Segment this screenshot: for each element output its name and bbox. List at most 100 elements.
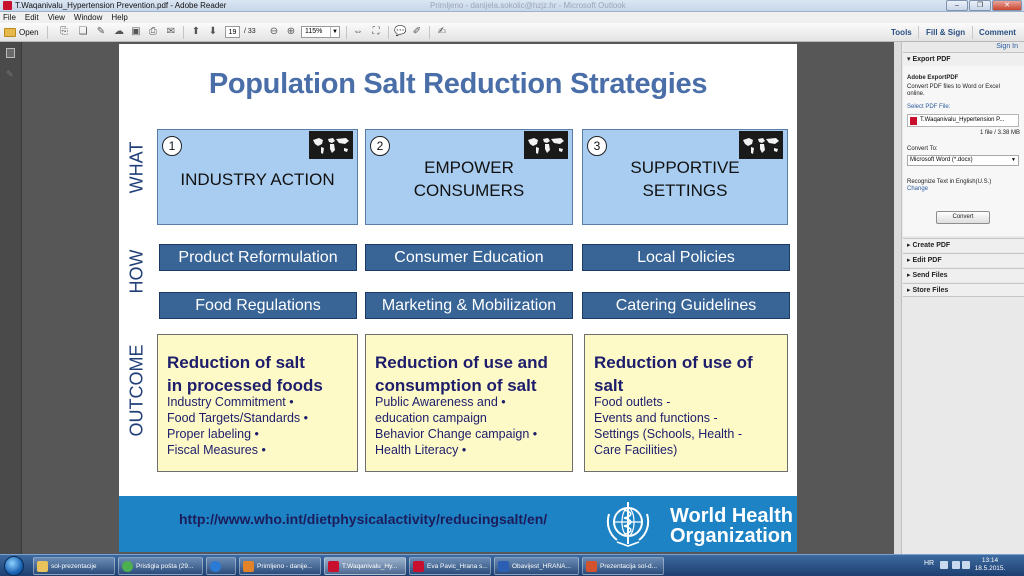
previous-page-icon[interactable]: ⬆ — [190, 26, 202, 38]
zoom-out-icon[interactable]: ⊖ — [268, 26, 280, 38]
zoom-select[interactable]: 115% ▼ — [301, 26, 340, 38]
outcome-item: Industry Commitment • — [167, 395, 294, 409]
store-files-section[interactable]: ▸ Store Files — [903, 283, 1024, 297]
file-info: 1 file / 3.38 MB — [979, 130, 1020, 136]
pane-collapse-bar[interactable] — [894, 42, 902, 554]
volume-icon[interactable] — [962, 561, 970, 569]
task-label: Pristigla pošta (29... — [136, 562, 194, 570]
open-button[interactable]: Open — [4, 26, 39, 39]
zoom-in-icon[interactable]: ⊕ — [285, 26, 297, 38]
menu-edit[interactable]: Edit — [25, 12, 39, 23]
minimize-button[interactable]: – — [946, 0, 968, 11]
signature-pen-icon[interactable]: ✎ — [6, 70, 15, 79]
adobe-exportpdf-title: Adobe ExportPDF — [907, 75, 959, 81]
who-url-link[interactable]: http://www.who.int/dietphysicalactivity/… — [179, 511, 547, 527]
who-line2: Organization — [670, 525, 793, 547]
document-viewer[interactable]: Population Salt Reduction Strategies WHA… — [22, 42, 894, 554]
maximize-button[interactable]: ❐ — [969, 0, 991, 11]
sign-in-link[interactable]: Sign In — [996, 43, 1018, 50]
outcome-item: Care Facilities) — [594, 443, 678, 457]
page-number-input[interactable] — [225, 26, 240, 38]
window-title-bar: T.Waqanivalu_Hypertension Prevention.pdf… — [0, 0, 1024, 12]
outcome-heading: Reduction of salt in processed foods — [167, 351, 353, 397]
task-adobe-reader[interactable]: T.Waqanivalu_Hy... — [324, 557, 406, 575]
task-pristigla-posta[interactable]: Pristigla pošta (29... — [118, 557, 203, 575]
fit-width-icon[interactable]: ⇔ — [352, 26, 364, 38]
open-label: Open — [19, 28, 39, 37]
outcome-item: Proper labeling • — [167, 427, 259, 441]
word-icon — [498, 560, 509, 572]
who-emblem-icon — [603, 498, 653, 550]
menu-file[interactable]: File — [3, 12, 16, 23]
comment-tab[interactable]: Comment — [979, 23, 1016, 42]
close-button[interactable]: ✕ — [992, 0, 1022, 11]
task-powerpoint[interactable]: Prezentacija sol-d... — [582, 557, 664, 575]
next-page-icon[interactable]: ⬇ — [207, 26, 219, 38]
highlight-icon[interactable]: ✐ — [411, 26, 423, 38]
save-icon[interactable]: ▣ — [130, 26, 142, 38]
combine-icon[interactable]: ❏ — [77, 26, 89, 38]
menu-bar: File Edit View Window Help — [0, 12, 1024, 23]
menu-window[interactable]: Window — [74, 12, 102, 23]
task-label: Primljeno - danije... — [257, 562, 313, 570]
fill-sign-tab[interactable]: Fill & Sign — [926, 23, 965, 42]
page-total: / 33 — [244, 28, 256, 35]
toolbar: Open ⎘ ❏ ✎ ☁ ▣ ⎙ ✉ ⬆ ⬇ / 33 ⊖ ⊕ 115% ▼ ⇔… — [0, 23, 1024, 42]
outcome-heading-line1: Reduction of salt — [167, 353, 305, 372]
navigation-pane: ✎ — [0, 42, 22, 554]
fit-page-icon[interactable]: ⛶ — [370, 26, 382, 38]
outcome-box-processed-foods: Reduction of salt in processed foods Ind… — [157, 334, 358, 472]
menu-help[interactable]: Help — [111, 12, 127, 23]
create-pdf-icon[interactable]: ⎘ — [58, 26, 70, 38]
send-files-label: Send Files — [912, 272, 948, 279]
outcome-heading: Reduction of use of salt — [594, 351, 783, 397]
step-number: 1 — [162, 136, 182, 156]
outcome-heading-line1: Reduction of use and — [375, 353, 548, 372]
task-label: Prezentacija sol-d... — [600, 562, 658, 570]
toolbar-separator — [972, 26, 973, 39]
task-outlook[interactable]: Primljeno - danije... — [239, 557, 321, 575]
start-button[interactable] — [4, 556, 24, 576]
cloud-icon[interactable]: ☁ — [113, 26, 125, 38]
menu-view[interactable]: View — [48, 12, 65, 23]
system-tray: HR 13:14 18.5.2015. — [904, 555, 1024, 576]
convert-button[interactable]: Convert — [936, 211, 990, 224]
what-label-line1: EMPOWER — [424, 158, 514, 177]
email-icon[interactable]: ✉ — [165, 26, 177, 38]
export-desc-line1: Convert PDF files to Word or Excel — [907, 84, 1000, 90]
flag-icon[interactable] — [952, 561, 960, 569]
background-window-title: Primljeno - danijela.sokolic@hzjz.hr - M… — [430, 1, 626, 10]
print-icon[interactable]: ⎙ — [147, 26, 159, 38]
tools-tab[interactable]: Tools — [891, 23, 912, 42]
row-label-what: WHAT — [126, 141, 147, 194]
send-files-section[interactable]: ▸ Send Files — [903, 268, 1024, 282]
convert-format-select[interactable]: Microsoft Word (*.docx) ▼ — [907, 155, 1019, 166]
edit-icon[interactable]: ✎ — [95, 26, 107, 38]
task-eva-pavic-pdf[interactable]: Eva Pavic_Hrana s... — [409, 557, 491, 575]
selected-pdf-file[interactable]: T.Waqanivalu_Hypertension P... — [907, 114, 1019, 127]
pdf-file-icon — [910, 117, 917, 125]
change-link[interactable]: Change — [907, 186, 928, 192]
toolbar-separator — [918, 26, 919, 39]
outcome-heading-line1: Reduction of use of — [594, 353, 753, 372]
create-pdf-label: Create PDF — [912, 242, 951, 249]
task-word-obavijest[interactable]: Obavijest_HRANA... — [494, 557, 579, 575]
sign-icon[interactable]: ✍ — [436, 26, 448, 38]
edit-pdf-section[interactable]: ▸ Edit PDF — [903, 253, 1024, 267]
what-label: INDUSTRY ACTION — [180, 170, 335, 189]
clock[interactable]: 13:14 18.5.2015. — [972, 557, 1008, 573]
how-local-policies: Local Policies — [582, 244, 790, 271]
recognize-text-label: Recognize Text in English(U.S.) — [907, 179, 992, 185]
how-catering-guidelines: Catering Guidelines — [582, 292, 790, 319]
page-thumbnails-icon[interactable] — [6, 48, 15, 58]
step-number: 2 — [370, 136, 390, 156]
network-icon[interactable] — [940, 561, 948, 569]
export-pdf-header[interactable]: ▾ Export PDF — [903, 52, 1024, 66]
create-pdf-section[interactable]: ▸ Create PDF — [903, 238, 1024, 252]
toolbar-separator — [429, 26, 430, 39]
task-internet-explorer[interactable] — [206, 557, 236, 575]
language-indicator[interactable]: HR — [924, 560, 934, 567]
task-sol-prezentacije[interactable]: sol-prezentacije — [33, 557, 115, 575]
outcome-item: Behavior Change campaign • — [375, 427, 538, 441]
sticky-note-icon[interactable]: 💬 — [394, 26, 406, 38]
